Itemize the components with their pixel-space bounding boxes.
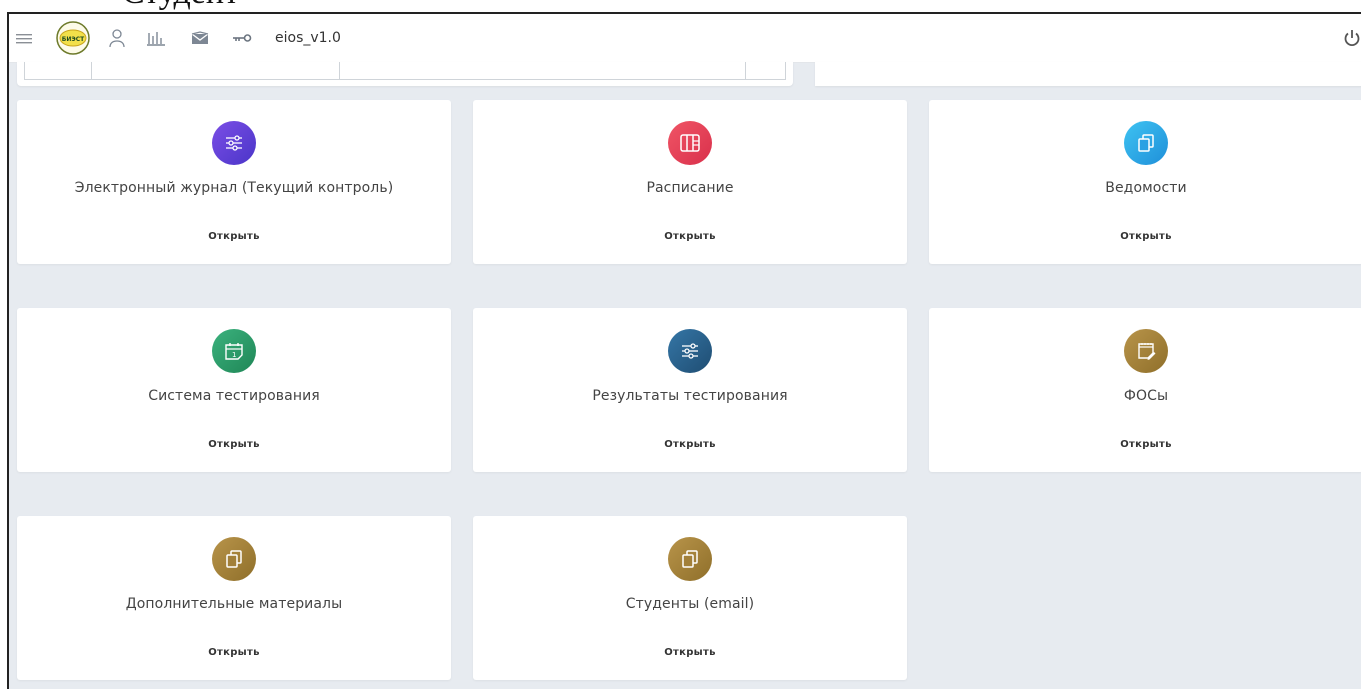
module-card-journal: Электронный журнал (Текущий контроль) От…	[17, 100, 451, 264]
card-title: Система тестирования	[148, 388, 320, 404]
key-icon[interactable]	[231, 14, 253, 62]
card-title: Расписание	[646, 180, 734, 196]
hamburger-menu-icon[interactable]	[13, 14, 35, 62]
mail-icon[interactable]	[189, 14, 211, 62]
copy-icon	[212, 537, 256, 581]
sliders-icon	[212, 121, 256, 165]
app-title: eios_v1.0	[275, 30, 341, 46]
module-card-testing-system: 1 Система тестирования Открыть	[17, 308, 451, 472]
previous-panel-right	[815, 62, 1361, 86]
module-card-extra-materials: Дополнительные материалы Открыть	[17, 516, 451, 680]
svg-text:1: 1	[232, 351, 236, 359]
previous-panel	[17, 62, 793, 86]
card-title: ФОСы	[1123, 388, 1169, 404]
open-button[interactable]: Открыть	[208, 231, 260, 242]
open-button[interactable]: Открыть	[208, 647, 260, 658]
card-title: Ведомости	[1105, 180, 1187, 196]
module-card-records: Ведомости Открыть	[929, 100, 1361, 264]
module-card-students-email: Студенты (email) Открыть	[473, 516, 907, 680]
open-button[interactable]: Открыть	[664, 231, 716, 242]
module-card-test-results: Результаты тестирования Открыть	[473, 308, 907, 472]
calendar-icon: 1	[212, 329, 256, 373]
app-window: БИЭСТ eios_v1.0 Электронный журнал (Теку…	[7, 12, 1361, 689]
card-title: Дополнительные материалы	[125, 596, 343, 612]
card-title: Электронный журнал (Текущий контроль)	[74, 180, 394, 196]
svg-text:БИЭСТ: БИЭСТ	[62, 36, 85, 43]
open-button[interactable]: Открыть	[664, 647, 716, 658]
schedule-columns-icon	[668, 121, 712, 165]
copy-icon	[1124, 121, 1168, 165]
top-navbar: БИЭСТ eios_v1.0	[9, 14, 1361, 63]
module-card-schedule: Расписание Открыть	[473, 100, 907, 264]
open-button[interactable]: Открыть	[1120, 231, 1172, 242]
open-button[interactable]: Открыть	[664, 439, 716, 450]
user-icon[interactable]	[106, 14, 128, 62]
open-button[interactable]: Открыть	[208, 439, 260, 450]
power-icon[interactable]	[1343, 14, 1361, 62]
document-heading: Студент	[122, 0, 239, 10]
table-fragment	[24, 62, 786, 80]
notepad-edit-icon	[1124, 329, 1168, 373]
open-button[interactable]: Открыть	[1120, 439, 1172, 450]
university-logo[interactable]: БИЭСТ	[55, 14, 91, 62]
sliders-icon	[668, 329, 712, 373]
copy-icon	[668, 537, 712, 581]
card-title: Студенты (email)	[625, 596, 755, 612]
card-title: Результаты тестирования	[592, 388, 788, 404]
bar-chart-icon[interactable]	[145, 14, 167, 62]
module-card-fos: ФОСы Открыть	[929, 308, 1361, 472]
